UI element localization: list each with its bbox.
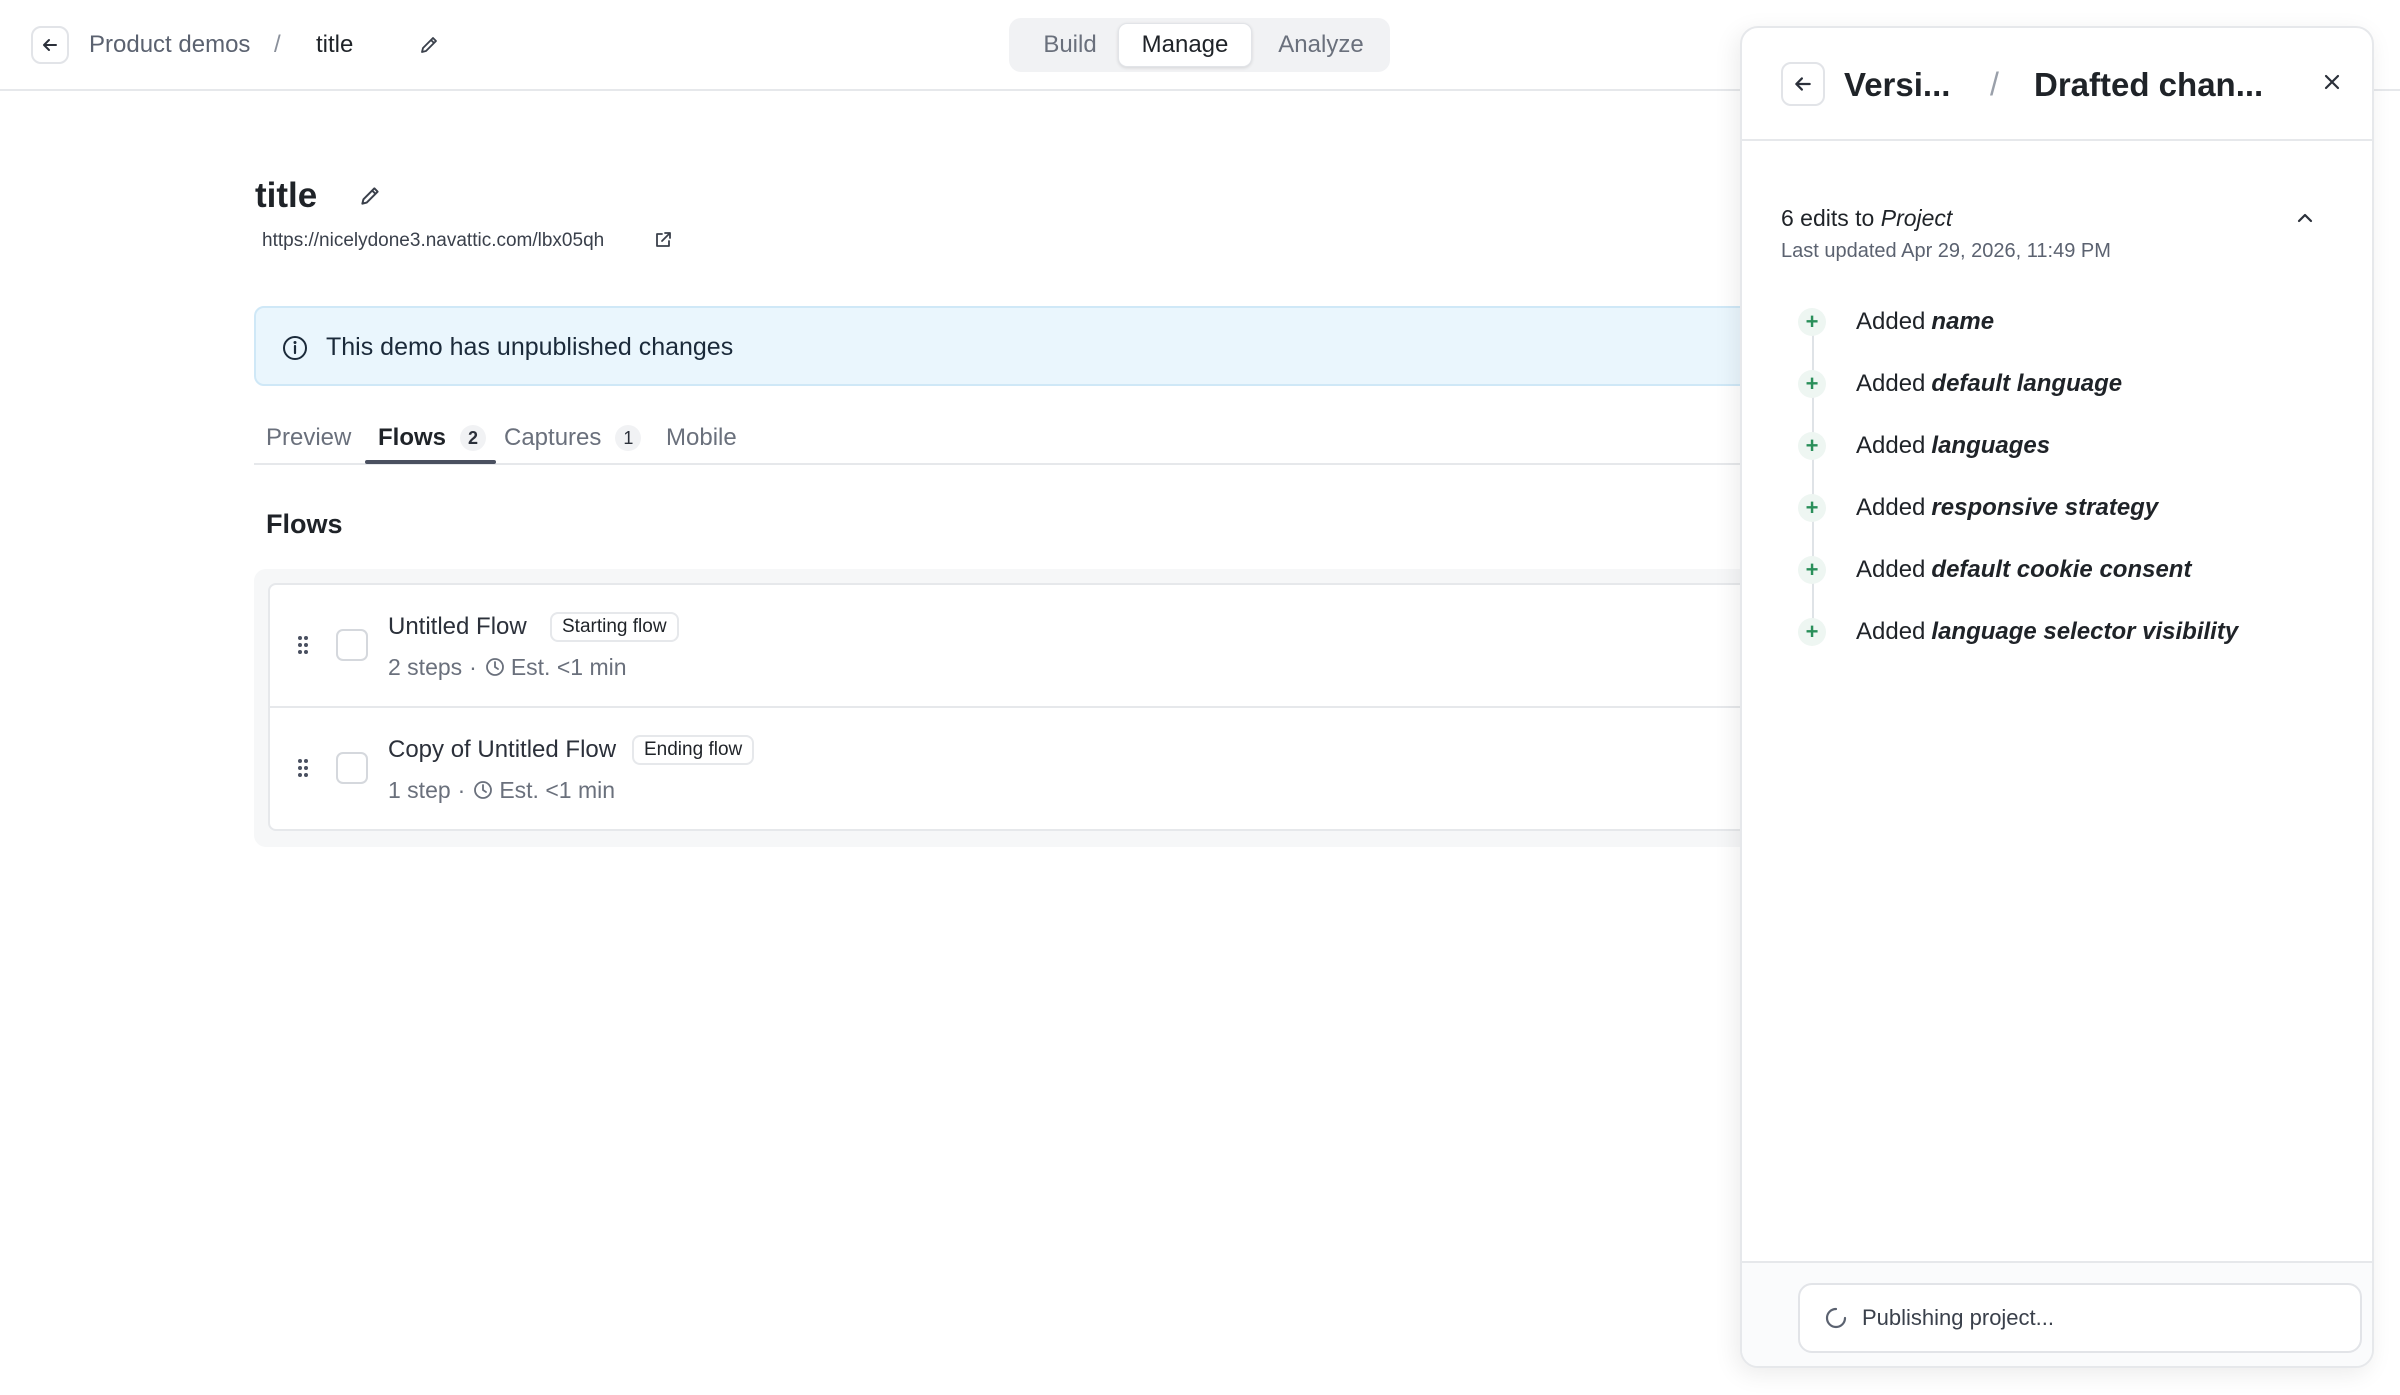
tab-captures[interactable]: Captures 1 [504,412,642,464]
tab-count-badge: 1 [615,425,642,451]
flow-row[interactable]: Untitled Flow Starting flow 2 steps · Es… [268,583,1754,708]
edits-count: 6 edits to [1781,205,1875,231]
panel-back-button[interactable] [1781,62,1825,106]
breadcrumb-current: title [316,31,354,58]
tab-count-badge: 2 [460,425,487,451]
mode-switch: Build Manage Analyze [1009,18,1390,72]
change-action: Added [1856,432,1926,459]
change-item: + Added default language [1798,368,2122,400]
meta-separator: · [457,777,466,803]
flow-type-badge: Starting flow [550,612,679,642]
flow-row[interactable]: Copy of Untitled Flow Ending flow 1 step… [268,706,1754,831]
clock-icon [474,781,493,799]
flow-estimate: Est. <1 min [499,777,616,803]
flow-steps: 2 steps [388,654,463,680]
change-field: language selector visibility [1931,618,2239,645]
change-action: Added [1856,618,1926,645]
change-field: default cookie consent [1931,556,2192,583]
tab-label: Flows [378,424,447,451]
banner-text: This demo has unpublished changes [326,333,734,361]
tab-preview[interactable]: Preview [266,412,351,464]
tab-label: Captures [504,424,602,451]
flow-meta: 1 step · Est. <1 min [388,775,615,805]
drag-handle-icon[interactable] [296,757,310,779]
demo-tabs: Preview Flows 2 Captures 1 Mobile [254,402,1754,465]
close-icon [2324,74,2340,90]
version-history-panel: Versi... / Drafted chan... 6 edits to Pr… [1740,26,2374,1368]
change-item: + Added default cookie consent [1798,554,2191,586]
breadcrumb-parent-link[interactable]: Product demos [89,30,250,60]
change-action: Added [1856,308,1926,335]
flow-estimate: Est. <1 min [510,654,627,680]
spinner-icon [1825,1307,1847,1329]
rename-button[interactable] [414,30,444,60]
pencil-icon [421,37,437,53]
change-item: + Added name [1798,306,1994,338]
change-field: default language [1931,370,2123,397]
flows-list: Untitled Flow Starting flow 2 steps · Es… [254,569,1754,847]
flow-type-badge: Ending flow [632,735,755,765]
publish-status-label: Publishing project... [1862,1305,2054,1330]
tab-label: Mobile [666,424,737,451]
breadcrumb-separator: / [274,31,281,58]
page-title: title [255,176,318,215]
meta-separator: · [469,654,477,680]
clock-icon [485,658,504,676]
active-tab-indicator [365,460,496,464]
pencil-icon [361,187,379,205]
change-field: name [1931,308,1995,335]
publish-button[interactable]: Publishing project... [1798,1283,2362,1353]
edits-target: Project [1880,205,1953,231]
tab-label: Preview [266,424,352,451]
change-item: + Added languages [1798,430,2050,462]
mode-tab-manage[interactable]: Manage [1118,23,1252,67]
change-action: Added [1856,370,1926,397]
tab-mobile[interactable]: Mobile [666,412,737,464]
flow-name[interactable]: Copy of Untitled Flow [388,735,616,765]
flow-meta: 2 steps · Est. <1 min [388,652,627,682]
unpublished-changes-banner: This demo has unpublished changes [254,306,1754,386]
flow-checkbox[interactable] [336,752,368,784]
panel-footer: Publishing project... [1742,1261,2372,1366]
change-field: languages [1931,432,2051,459]
change-item: + Added language selector visibility [1798,616,2238,648]
mode-tab-analyze[interactable]: Analyze [1259,23,1383,67]
panel-breadcrumb-versions[interactable]: Versi... [1844,65,1950,105]
change-action: Added [1856,494,1926,521]
plus-icon: + [1798,618,1826,646]
external-link-icon [656,232,671,247]
plus-icon: + [1798,432,1826,460]
chevron-up-icon [2297,213,2313,223]
arrow-left-icon [43,39,57,51]
change-item: + Added responsive strategy [1798,492,2158,524]
edit-title-button[interactable] [354,180,386,212]
flows-heading: Flows [266,509,343,539]
panel-breadcrumb-separator: / [1990,66,1999,102]
plus-icon: + [1798,494,1826,522]
mode-tab-build[interactable]: Build [1017,23,1123,67]
plus-icon: + [1798,308,1826,336]
info-icon [283,336,307,360]
plus-icon: + [1798,370,1826,398]
last-updated-text: Last updated Apr 29, 2026, 11:49 PM [1781,240,2111,262]
open-url-button[interactable] [652,229,674,251]
panel-breadcrumb-drafted-changes: Drafted chan... [2034,66,2264,103]
change-action: Added [1856,556,1926,583]
collapse-edits-button[interactable] [2290,203,2320,233]
change-field: responsive strategy [1931,494,2159,521]
flow-checkbox[interactable] [336,629,368,661]
drag-handle-icon[interactable] [296,634,310,656]
back-button[interactable] [31,26,69,64]
panel-header: Versi... / Drafted chan... [1742,28,2372,141]
plus-icon: + [1798,556,1826,584]
tab-flows[interactable]: Flows 2 [378,412,487,464]
flow-name[interactable]: Untitled Flow [388,612,527,642]
edits-summary: 6 edits to Project [1781,203,1952,233]
close-panel-button[interactable] [2316,66,2348,98]
demo-url-link[interactable]: https://nicelydone3.navattic.com/lbx05qh [262,229,604,253]
arrow-left-icon [1795,77,1811,91]
flow-steps: 1 step [388,777,451,803]
